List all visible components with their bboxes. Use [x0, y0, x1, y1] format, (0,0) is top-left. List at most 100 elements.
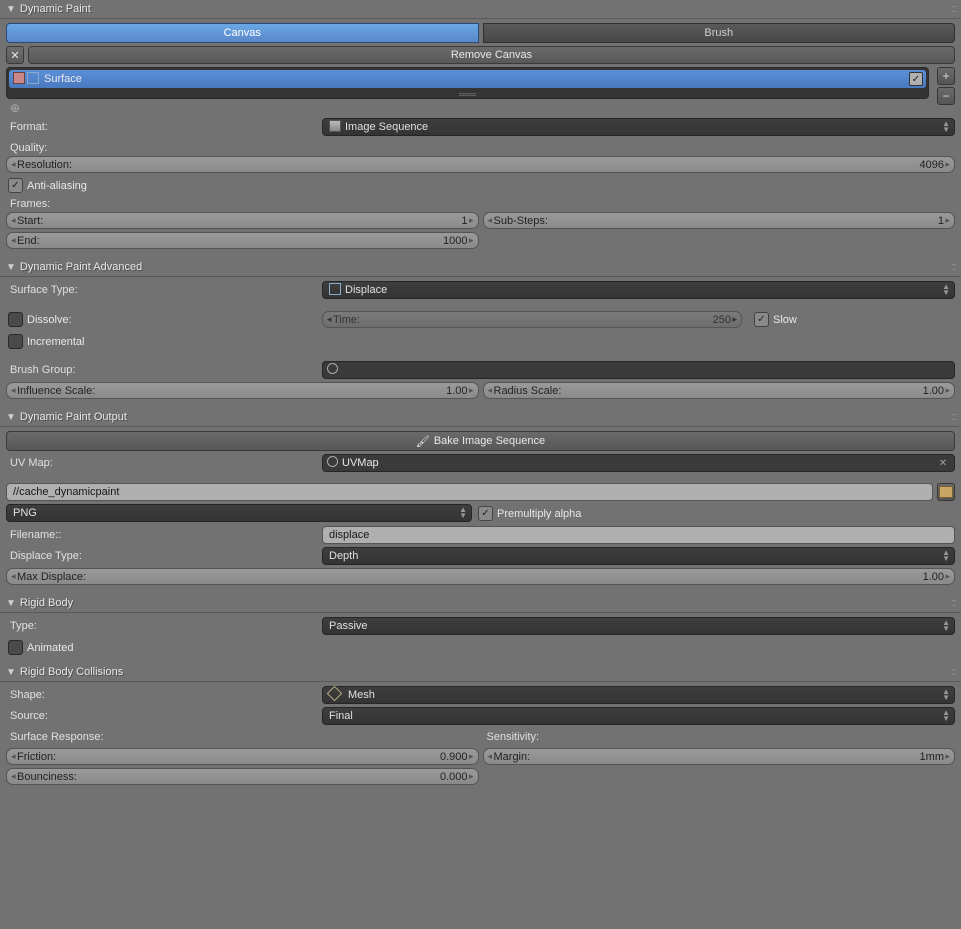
start-field[interactable]: ◂ Start: 1 ▸ — [6, 212, 479, 229]
max-displace-field[interactable]: ◂ Max Displace: 1.00 ▸ — [6, 568, 955, 585]
drag-grip-icon[interactable]: :::: — [951, 597, 955, 609]
drag-grip-icon[interactable]: :::: — [951, 3, 955, 15]
decrement-icon[interactable]: ◂ — [11, 385, 16, 396]
collapse-icon: ▼ — [6, 598, 16, 609]
frames-label: Frames: — [6, 195, 955, 212]
mesh-icon — [329, 688, 340, 702]
premultiply-checkbox[interactable]: ✓ — [478, 506, 493, 521]
incremental-checkbox[interactable] — [8, 334, 23, 349]
filename-label: Filename:: — [6, 526, 318, 544]
source-dropdown[interactable]: Final ▲▼ — [322, 707, 955, 725]
slow-row[interactable]: ✓ Slow — [752, 310, 799, 329]
shape-dropdown[interactable]: Mesh ▲▼ — [322, 686, 955, 704]
surface-enabled-checkbox[interactable]: ✓ — [909, 72, 923, 86]
incremental-row[interactable]: Incremental — [6, 332, 955, 351]
tab-canvas[interactable]: Canvas — [6, 23, 479, 43]
decrement-icon[interactable]: ◂ — [488, 215, 493, 226]
drag-grip-icon[interactable]: :::: — [951, 411, 955, 423]
cache-path-field[interactable]: //cache_dynamicpaint — [6, 483, 933, 501]
folder-icon — [939, 486, 953, 498]
animated-row[interactable]: Animated — [6, 638, 955, 657]
increment-icon[interactable]: ▸ — [945, 215, 950, 226]
uvmap-icon — [327, 456, 338, 470]
increment-icon[interactable]: ▸ — [945, 159, 950, 170]
add-surface-button[interactable]: + — [937, 67, 955, 85]
end-field[interactable]: ◂ End: 1000 ▸ — [6, 232, 479, 249]
panel-title: Dynamic Paint Output — [20, 411, 127, 423]
premultiply-row[interactable]: ✓ Premultiply alpha — [476, 504, 955, 523]
bake-image-sequence-button[interactable]: 🖌 Bake Image Sequence — [6, 431, 955, 451]
time-field[interactable]: ◂ Time: 250 ▸ — [322, 311, 742, 328]
phys-icon — [27, 72, 39, 87]
rb-type-dropdown[interactable]: Passive ▲▼ — [322, 617, 955, 635]
increment-icon[interactable]: ▸ — [732, 314, 737, 325]
increment-icon[interactable]: ▸ — [469, 751, 474, 762]
increment-icon[interactable]: ▸ — [469, 215, 474, 226]
image-seq-icon — [329, 120, 341, 135]
tab-brush[interactable]: Brush — [483, 23, 956, 43]
increment-icon[interactable]: ▸ — [469, 771, 474, 782]
increment-icon[interactable]: ▸ — [945, 571, 950, 582]
drag-grip-icon[interactable]: :::: — [951, 666, 955, 678]
remove-surface-button[interactable]: − — [937, 87, 955, 105]
dropdown-arrows-icon: ▲▼ — [942, 121, 950, 133]
panel-header-rigid-body-collisions[interactable]: ▼ Rigid Body Collisions :::: — [0, 663, 961, 682]
antialias-checkbox[interactable]: ✓ — [8, 178, 23, 193]
decrement-icon[interactable]: ◂ — [11, 751, 16, 762]
resize-handle-icon[interactable]: ═══ — [7, 90, 928, 98]
bounciness-field[interactable]: ◂ Bounciness: 0.000 ▸ — [6, 768, 479, 785]
uvmap-field[interactable]: UVMap ✕ — [322, 454, 955, 472]
margin-field[interactable]: ◂ Margin: 1mm ▸ — [483, 748, 956, 765]
browse-folder-button[interactable] — [937, 483, 955, 501]
decrement-icon[interactable]: ◂ — [488, 751, 493, 762]
drag-grip-icon[interactable]: :::: — [951, 261, 955, 273]
antialias-row[interactable]: ✓ Anti-aliasing — [6, 176, 955, 195]
bake-icon: 🖌 — [416, 435, 430, 448]
decrement-icon[interactable]: ◂ — [327, 314, 332, 325]
slow-checkbox[interactable]: ✓ — [754, 312, 769, 327]
brush-group-label: Brush Group: — [6, 361, 318, 379]
influence-scale-field[interactable]: ◂ Influence Scale: 1.00 ▸ — [6, 382, 479, 399]
brush-group-field[interactable] — [322, 361, 955, 379]
resolution-field[interactable]: ◂ Resolution: 4096 ▸ — [6, 156, 955, 173]
close-icon[interactable]: ✕ — [6, 46, 24, 64]
displace-type-dropdown[interactable]: Depth ▲▼ — [322, 547, 955, 565]
add-specials-icon[interactable]: ⊕ — [8, 101, 22, 115]
decrement-icon[interactable]: ◂ — [11, 159, 16, 170]
decrement-icon[interactable]: ◂ — [11, 571, 16, 582]
substeps-field[interactable]: ◂ Sub-Steps: 1 ▸ — [483, 212, 956, 229]
panel-header-dynamic-paint-output[interactable]: ▼ Dynamic Paint Output :::: — [0, 408, 961, 427]
panel-header-dynamic-paint-advanced[interactable]: ▼ Dynamic Paint Advanced :::: — [0, 258, 961, 277]
displace-type-label: Displace Type: — [6, 547, 318, 565]
panel-header-dynamic-paint[interactable]: ▼ Dynamic Paint :::: — [0, 0, 961, 19]
friction-field[interactable]: ◂ Friction: 0.900 ▸ — [6, 748, 479, 765]
surface-type-dropdown[interactable]: Displace ▲▼ — [322, 281, 955, 299]
file-format-dropdown[interactable]: PNG ▲▼ — [6, 504, 472, 522]
list-item-label: Surface — [44, 73, 82, 85]
increment-icon[interactable]: ▸ — [469, 235, 474, 246]
decrement-icon[interactable]: ◂ — [11, 215, 16, 226]
remove-canvas-button[interactable]: Remove Canvas — [28, 46, 955, 64]
decrement-icon[interactable]: ◂ — [11, 771, 16, 782]
list-item-surface[interactable]: Surface ✓ — [9, 70, 926, 88]
decrement-icon[interactable]: ◂ — [488, 385, 493, 396]
increment-icon[interactable]: ▸ — [945, 751, 950, 762]
animated-checkbox[interactable] — [8, 640, 23, 655]
radius-scale-field[interactable]: ◂ Radius Scale: 1.00 ▸ — [483, 382, 956, 399]
source-label: Source: — [6, 707, 318, 725]
panel-header-rigid-body[interactable]: ▼ Rigid Body :::: — [0, 594, 961, 613]
dropdown-arrows-icon: ▲▼ — [942, 710, 950, 722]
surfaces-list[interactable]: Surface ✓ ═══ — [6, 67, 929, 99]
canvas-icon — [13, 72, 25, 87]
surface-type-label: Surface Type: — [6, 281, 318, 299]
panel-title: Rigid Body Collisions — [20, 666, 123, 678]
decrement-icon[interactable]: ◂ — [11, 235, 16, 246]
dropdown-arrows-icon: ▲▼ — [459, 507, 467, 519]
clear-icon[interactable]: ✕ — [936, 456, 950, 470]
format-dropdown[interactable]: Image Sequence ▲▼ — [322, 118, 955, 136]
dissolve-checkbox[interactable] — [8, 312, 23, 327]
increment-icon[interactable]: ▸ — [945, 385, 950, 396]
collapse-icon: ▼ — [6, 4, 16, 15]
filename-field[interactable]: displace — [322, 526, 955, 544]
increment-icon[interactable]: ▸ — [469, 385, 474, 396]
